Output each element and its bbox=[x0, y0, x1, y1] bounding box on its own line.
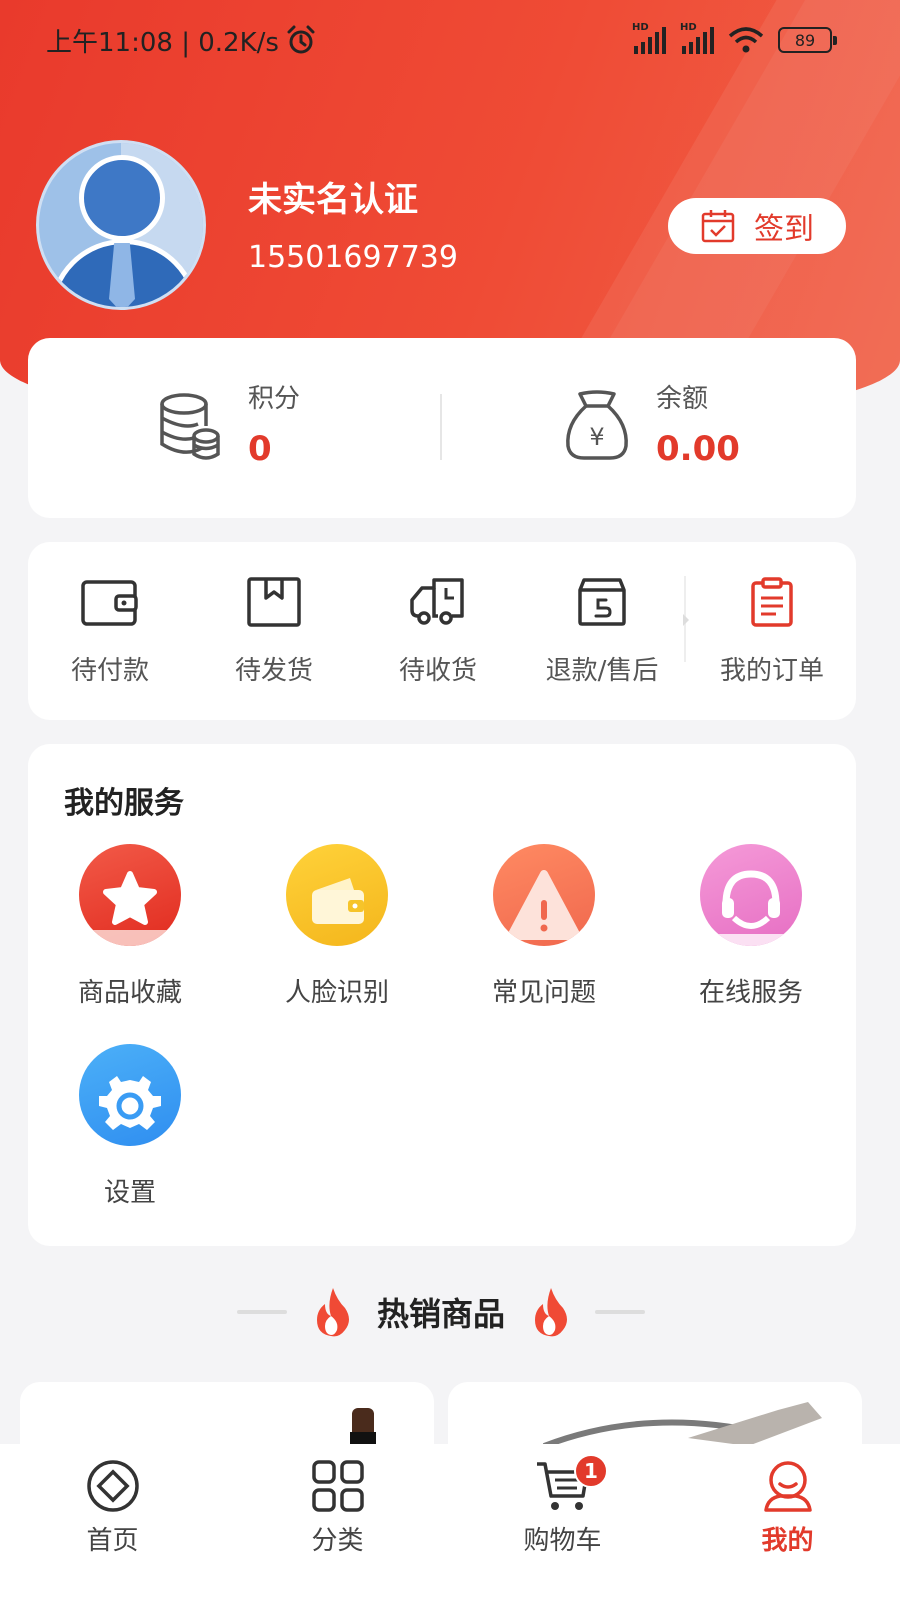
money-bag-icon: ¥ bbox=[566, 390, 628, 460]
assets-card: 积分 0 ¥ 余额 0.00 bbox=[28, 338, 856, 518]
svg-text:¥: ¥ bbox=[589, 423, 604, 451]
divider bbox=[683, 576, 689, 662]
order-label: 退款/售后 bbox=[545, 656, 659, 686]
tab-profile[interactable]: 我的 bbox=[675, 1444, 900, 1600]
wallet-icon bbox=[81, 580, 138, 626]
service-label: 在线服务 bbox=[698, 978, 803, 1008]
divider bbox=[440, 394, 442, 460]
tab-label: 我的 bbox=[761, 1526, 814, 1556]
user-phone: 15501697739 bbox=[248, 240, 458, 275]
order-label: 待付款 bbox=[70, 656, 149, 686]
coins-icon bbox=[160, 393, 220, 460]
hot-products-header: 热销商品 bbox=[0, 1286, 882, 1338]
services-card: 我的服务 商品收藏 人脸识别 常见问题 在线服务 设置 bbox=[28, 744, 856, 1246]
points-label: 积分 bbox=[248, 384, 301, 414]
service-label: 人脸识别 bbox=[284, 978, 389, 1008]
battery-indicator: 89 bbox=[778, 27, 837, 53]
category-icon bbox=[311, 1460, 364, 1512]
points-summary[interactable]: 积分 0 bbox=[158, 378, 300, 469]
service-faq[interactable]: 常见问题 bbox=[442, 844, 646, 1009]
balance-summary[interactable]: ¥ 余额 0.00 bbox=[564, 378, 740, 469]
wifi-icon bbox=[728, 27, 764, 53]
checkin-label: 签到 bbox=[754, 212, 814, 247]
user-name[interactable]: 未实名认证 bbox=[248, 172, 418, 221]
service-label: 商品收藏 bbox=[77, 978, 182, 1008]
tab-cart[interactable]: 购物车 bbox=[450, 1444, 675, 1600]
service-label: 常见问题 bbox=[491, 978, 596, 1008]
truck-icon bbox=[410, 578, 464, 625]
my-orders-link[interactable]: 我的订单 bbox=[690, 576, 854, 687]
status-bar: 上午11:08 | 0.2K/s HD HD 89 bbox=[46, 18, 837, 62]
order-pending-shipment[interactable]: 待发货 bbox=[192, 576, 356, 687]
signal-icon: HD bbox=[632, 22, 666, 54]
card-wallet-icon bbox=[286, 844, 388, 946]
tab-category[interactable]: 分类 bbox=[225, 1444, 450, 1600]
fire-icon bbox=[535, 1288, 567, 1337]
star-icon bbox=[79, 844, 181, 946]
tab-label: 购物车 bbox=[523, 1526, 602, 1556]
service-online-support[interactable]: 在线服务 bbox=[649, 844, 853, 1009]
return-icon bbox=[578, 578, 626, 626]
clipboard-icon bbox=[751, 577, 793, 627]
home-icon bbox=[86, 1460, 139, 1512]
order-pending-payment[interactable]: 待付款 bbox=[28, 576, 192, 687]
signal-icon: HD bbox=[680, 22, 714, 54]
headset-icon bbox=[700, 844, 802, 946]
order-label: 待收货 bbox=[398, 656, 477, 686]
service-favorites[interactable]: 商品收藏 bbox=[28, 844, 232, 1009]
balance-label: 余额 bbox=[656, 384, 709, 414]
hot-products-title: 热销商品 bbox=[376, 1295, 505, 1333]
my-orders-label: 我的订单 bbox=[719, 656, 824, 686]
services-title: 我的服务 bbox=[64, 786, 184, 821]
service-label: 设置 bbox=[103, 1178, 156, 1208]
gear-icon bbox=[79, 1044, 181, 1146]
calendar-check-icon bbox=[701, 210, 735, 243]
divider bbox=[236, 1310, 287, 1314]
balance-value: 0.00 bbox=[656, 429, 740, 469]
tab-label: 分类 bbox=[311, 1526, 364, 1556]
order-label: 待发货 bbox=[234, 656, 313, 686]
checkin-button[interactable]: 签到 bbox=[668, 198, 846, 254]
fire-icon bbox=[316, 1288, 349, 1337]
status-time: 上午11:08 | 0.2K/s bbox=[46, 27, 279, 58]
profile-icon bbox=[763, 1461, 812, 1512]
alarm-icon bbox=[287, 25, 315, 54]
service-settings[interactable]: 设置 bbox=[28, 1044, 232, 1209]
cart-count-badge: 1 bbox=[574, 1454, 608, 1488]
orders-card: 待付款 待发货 待收货 退款/售后 我的订单 bbox=[28, 542, 856, 720]
tab-home[interactable]: 首页 bbox=[0, 1444, 225, 1600]
tab-label: 首页 bbox=[86, 1526, 139, 1556]
box-icon bbox=[247, 577, 301, 627]
order-refund-aftersale[interactable]: 退款/售后 bbox=[520, 576, 684, 687]
bottom-tab-bar: 首页 分类 购物车 我的 1 bbox=[0, 1444, 900, 1600]
service-face-recognition[interactable]: 人脸识别 bbox=[235, 844, 439, 1009]
divider bbox=[595, 1310, 645, 1314]
order-pending-receipt[interactable]: 待收货 bbox=[356, 576, 520, 687]
warning-icon bbox=[493, 844, 595, 946]
avatar[interactable] bbox=[36, 140, 206, 310]
points-value: 0 bbox=[248, 429, 272, 469]
